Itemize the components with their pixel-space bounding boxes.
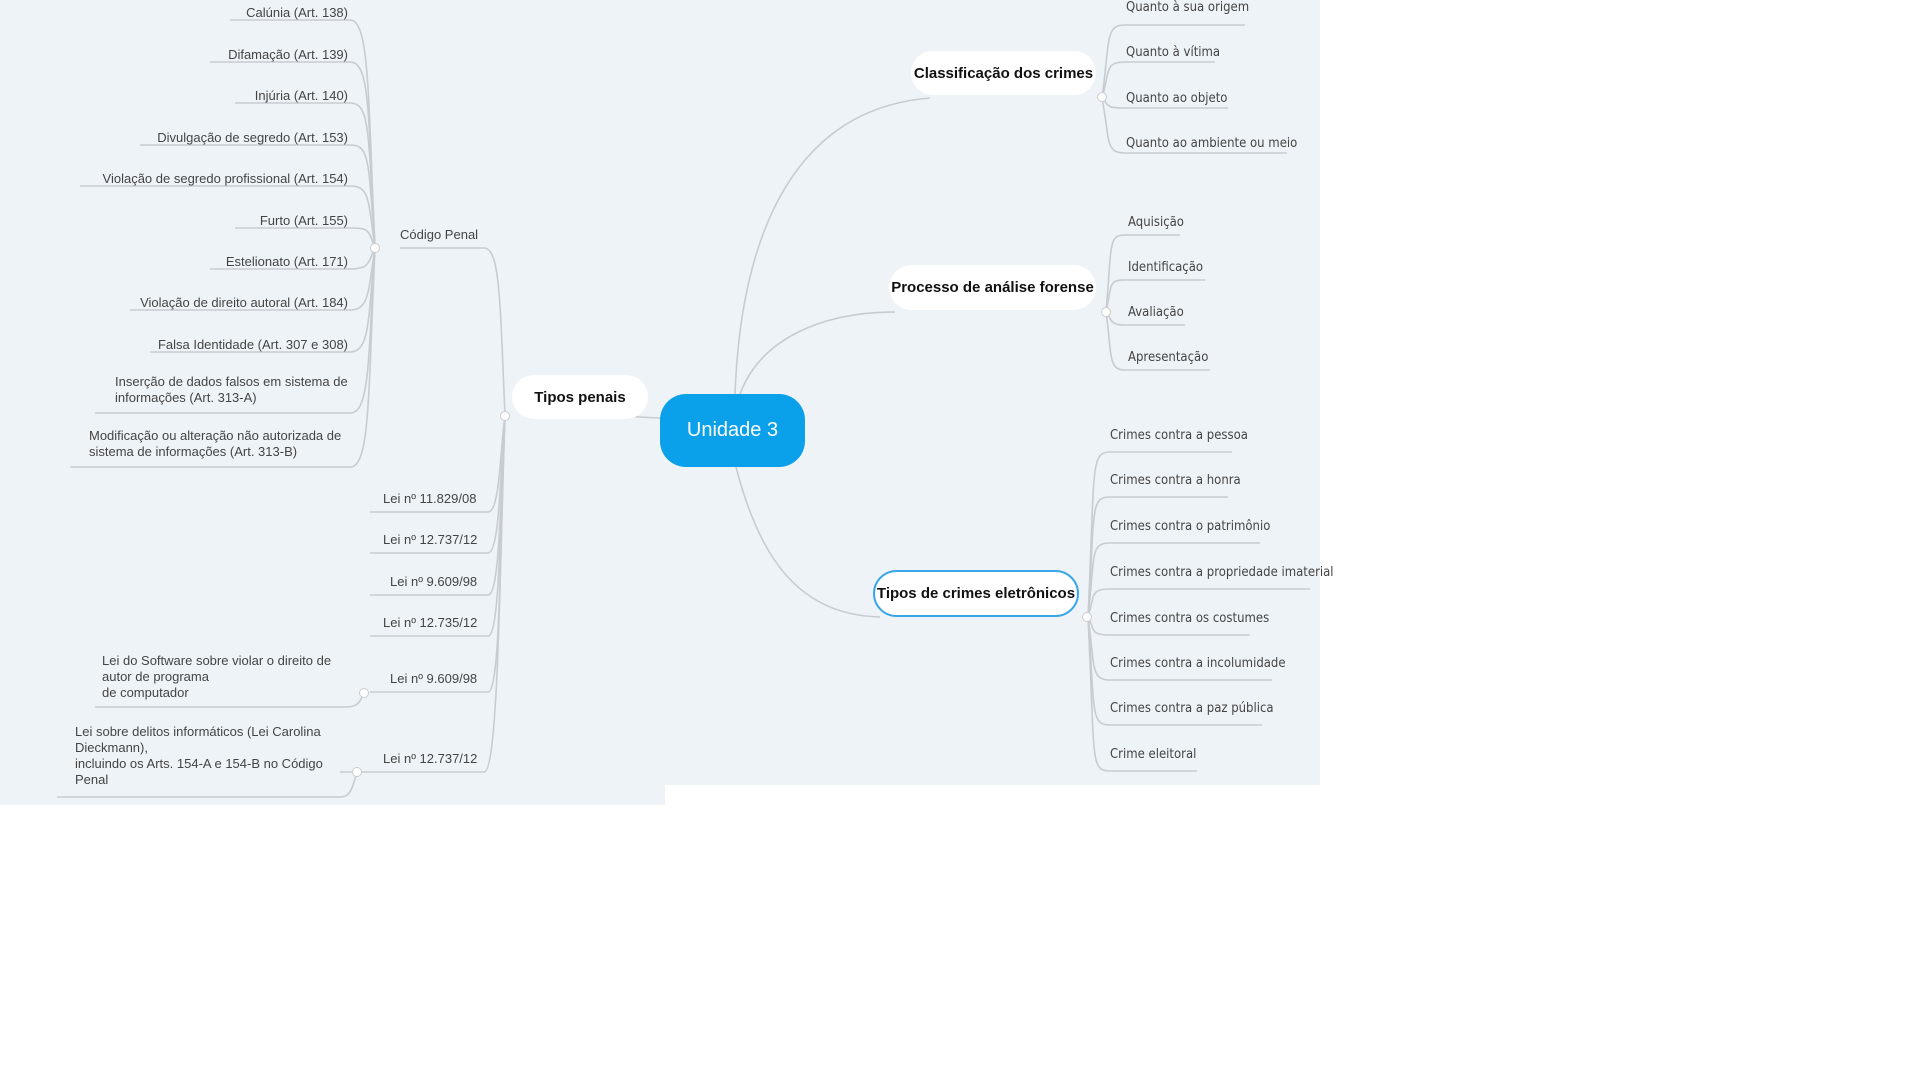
leaf-modificacao-sistema[interactable]: Modificação ou alteração não autorizada … xyxy=(89,428,341,460)
leaf-difamacao[interactable]: Difamação (Art. 139) xyxy=(228,47,348,63)
leaf-lei-dieckmann-desc[interactable]: Lei sobre delitos informáticos (Lei Caro… xyxy=(75,724,323,788)
branch-classificacao-crimes[interactable]: Classificação dos crimes xyxy=(911,51,1096,95)
collapse-toggle-processo[interactable] xyxy=(1101,307,1111,317)
central-topic-label: Unidade 3 xyxy=(686,419,779,441)
branch-tipos-crimes-label: Tipos de crimes eletrônicos xyxy=(876,585,1076,602)
leaf-crimes-propriedade-imaterial[interactable]: Crimes contra a propriedade imaterial xyxy=(1110,565,1334,581)
leaf-avaliacao[interactable]: Avaliação xyxy=(1128,305,1184,321)
node-codigo-penal[interactable]: Código Penal xyxy=(400,227,478,243)
branch-processo-forense[interactable]: Processo de análise forense xyxy=(889,265,1096,310)
leaf-quanto-objeto[interactable]: Quanto ao objeto xyxy=(1126,91,1227,107)
leaf-crimes-patrimonio[interactable]: Crimes contra o patrimônio xyxy=(1110,519,1270,535)
leaf-falsa-identidade[interactable]: Falsa Identidade (Art. 307 e 308) xyxy=(158,337,348,353)
leaf-crimes-costumes[interactable]: Crimes contra os costumes xyxy=(1110,611,1269,627)
collapse-toggle-classificacao[interactable] xyxy=(1097,92,1107,102)
central-topic[interactable]: Unidade 3 xyxy=(660,394,805,467)
leaf-calunia[interactable]: Calúnia (Art. 138) xyxy=(246,5,348,21)
leaf-furto[interactable]: Furto (Art. 155) xyxy=(260,213,348,229)
branch-processo-label: Processo de análise forense xyxy=(891,279,1094,296)
leaf-identificacao[interactable]: Identificação xyxy=(1128,260,1203,276)
collapse-toggle-codigo-penal[interactable] xyxy=(370,243,380,253)
collapse-toggle-tipos-crimes[interactable] xyxy=(1082,612,1092,622)
collapse-toggle-lei-software[interactable] xyxy=(359,688,369,698)
collapse-toggle-lei-dieckmann[interactable] xyxy=(352,767,362,777)
leaf-lei-11829[interactable]: Lei nº 11.829/08 xyxy=(383,491,476,507)
node-lei-software[interactable]: Lei nº 9.609/98 xyxy=(390,671,477,687)
branch-tipos-crimes-eletronicos[interactable]: Tipos de crimes eletrônicos xyxy=(873,570,1079,617)
leaf-crimes-incolumidade[interactable]: Crimes contra a incolumidade xyxy=(1110,656,1286,672)
leaf-direito-autoral[interactable]: Violação de direito autoral (Art. 184) xyxy=(140,295,348,311)
leaf-estelionato[interactable]: Estelionato (Art. 171) xyxy=(226,254,348,270)
leaf-quanto-ambiente[interactable]: Quanto ao ambiente ou meio xyxy=(1126,136,1297,152)
leaf-lei-12735[interactable]: Lei nº 12.735/12 xyxy=(383,615,477,631)
leaf-quanto-origem[interactable]: Quanto à sua origem xyxy=(1126,0,1249,16)
leaf-lei-software-desc[interactable]: Lei do Software sobre violar o direito d… xyxy=(102,653,331,701)
leaf-violacao-segredo[interactable]: Violação de segredo profissional (Art. 1… xyxy=(103,171,348,187)
leaf-apresentacao[interactable]: Apresentação xyxy=(1128,350,1208,366)
collapse-toggle-tipos-penais[interactable] xyxy=(500,411,510,421)
leaf-insercao-dados[interactable]: Inserção de dados falsos em sistema de i… xyxy=(115,374,348,406)
leaf-crime-eleitoral[interactable]: Crime eleitoral xyxy=(1110,747,1196,763)
leaf-lei-9609[interactable]: Lei nº 9.609/98 xyxy=(390,574,477,590)
connector-lines xyxy=(57,19,1310,798)
leaf-crimes-pessoa[interactable]: Crimes contra a pessoa xyxy=(1110,428,1248,444)
leaf-crimes-honra[interactable]: Crimes contra a honra xyxy=(1110,473,1241,489)
node-lei-dieckmann[interactable]: Lei nº 12.737/12 xyxy=(383,751,477,767)
leaf-lei-12737[interactable]: Lei nº 12.737/12 xyxy=(383,532,477,548)
branch-tipos-penais[interactable]: Tipos penais xyxy=(512,375,648,419)
branch-tipos-penais-label: Tipos penais xyxy=(534,388,626,406)
branch-classificacao-label: Classificação dos crimes xyxy=(913,64,1094,82)
leaf-crimes-paz-publica[interactable]: Crimes contra a paz pública xyxy=(1110,701,1274,717)
leaf-quanto-vitima[interactable]: Quanto à vítima xyxy=(1126,45,1220,61)
leaf-divulgacao-segredo[interactable]: Divulgação de segredo (Art. 153) xyxy=(157,130,348,146)
leaf-aquisicao[interactable]: Aquisição xyxy=(1128,215,1184,231)
leaf-injuria[interactable]: Injúria (Art. 140) xyxy=(255,88,348,104)
